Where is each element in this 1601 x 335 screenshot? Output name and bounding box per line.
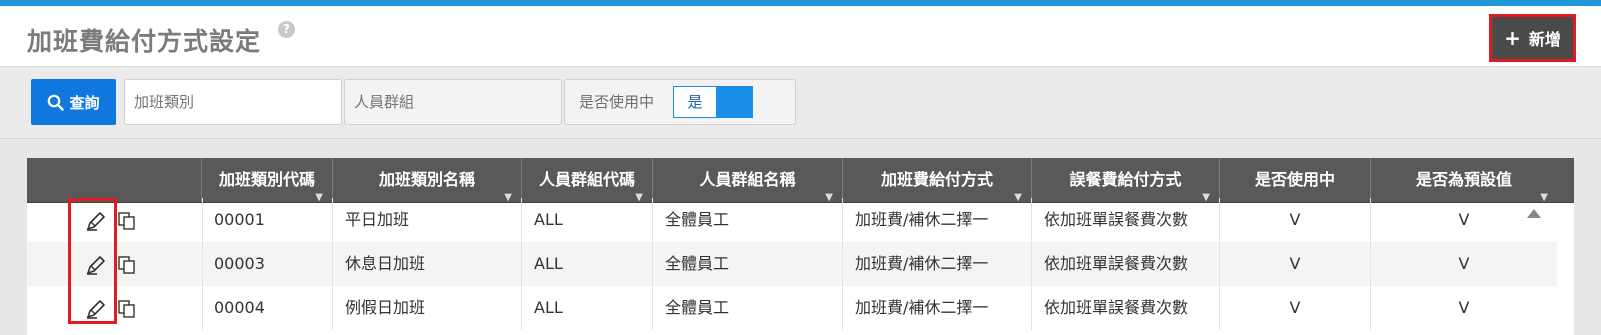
column-header-pay-method[interactable]: 加班費給付方式 ▼ <box>843 158 1032 203</box>
table-row[interactable]: 00001 平日加班 ALL 全體員工 加班費/補休二擇一 依加班單誤餐費次數 … <box>27 198 1557 242</box>
column-header-group-code[interactable]: 人員群組代碼 ▼ <box>522 158 653 203</box>
copy-icon[interactable] <box>117 255 137 275</box>
column-header-group-name[interactable]: 人員群組名稱 ▼ <box>653 158 843 203</box>
cell-type-code: 00003 <box>202 242 333 286</box>
column-header-in-use[interactable]: 是否使用中 <box>1220 158 1371 202</box>
add-button-label: 新增 <box>1528 30 1561 49</box>
cell-type-code: 00001 <box>202 198 333 242</box>
cell-type-name: 平日加班 <box>333 198 522 242</box>
table-header: 加班類別代碼 ▼ 加班類別名稱 ▼ 人員群組代碼 ▼ 人員群組名稱 ▼ 加班費給付方式 ▼… <box>27 158 1574 203</box>
plus-icon: + <box>1504 26 1521 50</box>
query-button-label: 查詢 <box>69 93 100 112</box>
column-header-label: 是否為預設值 <box>1415 170 1512 189</box>
actions-column-header <box>27 158 202 202</box>
column-header-label: 加班類別代碼 <box>218 170 315 189</box>
row-actions <box>27 286 203 330</box>
filter-bar: 查詢 是否使用中 是 <box>0 67 1601 139</box>
cell-pay-method: 加班費/補休二擇一 <box>843 286 1032 330</box>
cell-pay-method: 加班費/補休二擇一 <box>843 198 1032 242</box>
table-row[interactable]: 00003 休息日加班 ALL 全體員工 加班費/補休二擇一 依加班單誤餐費次數… <box>27 242 1557 286</box>
table-row[interactable]: 00004 例假日加班 ALL 全體員工 加班費/補休二擇一 依加班單誤餐費次數… <box>27 286 1557 330</box>
in-use-filter-label: 是否使用中 <box>579 93 655 111</box>
cell-in-use: V <box>1220 242 1371 286</box>
cell-group-code: ALL <box>522 242 653 286</box>
column-header-type-name[interactable]: 加班類別名稱 ▼ <box>333 158 522 203</box>
column-header-label: 人員群組名稱 <box>699 170 796 189</box>
add-button[interactable]: + 新增 <box>1489 14 1576 62</box>
edit-icon[interactable] <box>85 254 107 276</box>
cell-type-code: 00004 <box>202 286 333 330</box>
cell-meal-method: 依加班單誤餐費次數 <box>1032 242 1220 286</box>
edit-icon[interactable] <box>85 298 107 320</box>
cell-is-default: V <box>1458 298 1470 317</box>
cell-group-name: 全體員工 <box>653 286 843 330</box>
copy-icon[interactable] <box>117 299 137 319</box>
column-header-type-code[interactable]: 加班類別代碼 ▼ <box>202 158 333 203</box>
cell-type-name: 休息日加班 <box>333 242 522 286</box>
column-header-is-default[interactable]: 是否為預設值 ▼ <box>1371 158 1557 203</box>
page-header: 加班費給付方式設定 ? + 新增 <box>0 6 1601 67</box>
search-icon <box>48 94 65 111</box>
cell-in-use: V <box>1220 286 1371 330</box>
page-title: 加班費給付方式設定 <box>27 27 262 56</box>
help-icon[interactable]: ? <box>278 21 295 38</box>
cell-meal-method: 依加班單誤餐費次數 <box>1032 198 1220 242</box>
column-header-label: 加班類別名稱 <box>378 170 475 189</box>
query-button[interactable]: 查詢 <box>31 79 116 125</box>
in-use-filter: 是否使用中 是 <box>564 79 796 125</box>
cell-group-name: 全體員工 <box>653 198 843 242</box>
column-header-label: 人員群組代碼 <box>538 170 635 189</box>
in-use-toggle-value: 是 <box>674 87 716 117</box>
scroll-up-arrow-icon[interactable] <box>1527 209 1541 218</box>
column-header-meal-method[interactable]: 誤餐費給付方式 ▼ <box>1032 158 1220 203</box>
cell-group-code: ALL <box>522 198 653 242</box>
column-header-label: 加班費給付方式 <box>880 170 993 189</box>
row-actions <box>27 242 203 286</box>
row-actions <box>27 198 203 242</box>
personnel-group-input[interactable] <box>344 79 562 125</box>
cell-is-default: V <box>1458 254 1470 273</box>
column-header-label: 誤餐費給付方式 <box>1069 170 1182 189</box>
cell-type-name: 例假日加班 <box>333 286 522 330</box>
cell-group-code: ALL <box>522 286 653 330</box>
in-use-toggle[interactable]: 是 <box>673 86 753 118</box>
cell-pay-method: 加班費/補休二擇一 <box>843 242 1032 286</box>
cell-in-use: V <box>1220 198 1371 242</box>
cell-is-default: V <box>1458 210 1470 229</box>
copy-icon[interactable] <box>117 211 137 231</box>
cell-meal-method: 依加班單誤餐費次數 <box>1032 286 1220 330</box>
cell-group-name: 全體員工 <box>653 242 843 286</box>
overtime-pay-table: 加班類別代碼 ▼ 加班類別名稱 ▼ 人員群組代碼 ▼ 人員群組名稱 ▼ 加班費給付方式 ▼… <box>27 158 1574 335</box>
edit-icon[interactable] <box>85 210 107 232</box>
overtime-type-input[interactable] <box>124 79 342 125</box>
column-header-label: 是否使用中 <box>1254 170 1335 189</box>
